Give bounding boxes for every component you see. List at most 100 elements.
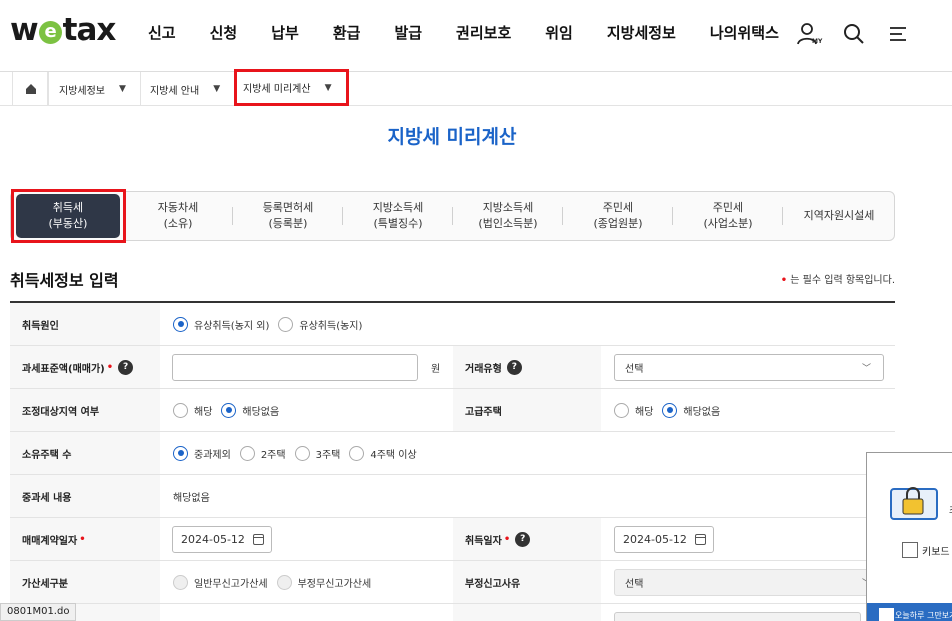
field-label: 부정신고사유 [453,561,601,603]
my-label: MY [812,38,823,45]
nav-item-issue[interactable]: 발급 [394,22,422,43]
field-label: 중과세 내용 [10,475,160,517]
tab-local-income-tax-withholding[interactable]: 지방소득세 (특별징수) [343,192,453,240]
breadcrumb-label: 지방세정보 [59,85,105,97]
help-icon[interactable]: ? [515,531,531,547]
nav-item-delegate[interactable]: 위임 [545,22,573,43]
dismiss-today-bar[interactable]: 오늘하루 그만보기 [867,603,952,621]
browser-status-url: 0801M01.do [0,603,77,621]
nav-item-rights[interactable]: 권리보호 [456,22,511,43]
calendar-icon[interactable] [695,533,706,545]
tax-base-input[interactable] [172,353,418,381]
radio-luxury-no[interactable]: 해당없음 [662,402,720,418]
logo-text-w: w [10,12,39,48]
required-note: • 는 필수 입력 항목입니다. [781,271,895,286]
nav-item-report[interactable]: 신고 [148,22,176,43]
adjust-area-radio-group: 해당 해당없음 [173,389,288,431]
penalty-radio-group: 일반무신고가산세 부정무신고가산세 [173,561,380,603]
form-row-partial [10,604,895,621]
breadcrumb-item-local-tax-guide[interactable]: 지방세 안내 ▼ [140,72,234,106]
deal-type-wrap: 선택 ﹀ [614,346,884,388]
tab-resident-tax-business[interactable]: 주민세 (사업소분) [673,192,783,240]
wetax-logo[interactable]: w e tax [10,12,116,48]
radio-houses-excluded[interactable]: 중과제외 [173,445,231,461]
field-label: 매매계약일자 • [10,518,160,560]
breadcrumb-item-tax-precalc[interactable]: 지방세 미리계산 ▼ [234,69,349,106]
tab-label: 취득세 [52,201,84,215]
contract-date-input[interactable]: 2024-05-12 [172,525,272,553]
field-label: 고급주택 [453,389,601,431]
tab-sublabel: (사업소분) [703,217,753,230]
field-label: 가산세구분 [10,561,160,603]
luxury-radio-group: 해당 해당없음 [614,389,729,431]
calendar-icon[interactable] [253,533,264,545]
tab-sublabel: (부동산) [48,217,88,230]
tab-resident-tax-employee[interactable]: 주민세 (종업원분) [563,192,673,240]
form-row-adjust-area: 조정대상지역 여부 해당 해당없음 고급주택 해당 해당없음 [10,389,895,432]
radio-houses-3[interactable]: 3주택 [294,445,340,461]
hamburger-menu-icon[interactable] [884,20,912,48]
radio-penalty-general[interactable]: 일반무신고가산세 [173,574,268,590]
nav-item-my-wetax[interactable]: 나의위택스 [710,22,779,43]
page-title: 지방세 미리계산 [387,126,517,148]
tab-regional-resource-tax[interactable]: 지역자원시설세 [783,192,895,240]
field-label-cut [453,604,601,621]
help-icon[interactable]: ? [118,359,134,375]
select-cut[interactable] [614,612,861,621]
nav-item-apply[interactable]: 신청 [210,22,238,43]
tab-sublabel: (등록분) [268,217,308,230]
tab-registration-tax[interactable]: 등록면허세 (등록분) [233,192,343,240]
tab-acquisition-tax[interactable]: 취득세 (부동산) [16,194,120,238]
tax-type-tabs: 취득세 (부동산) 자동차세 (소유) 등록면허세 (등록분) 지방소득세 (특별징수)… [10,189,895,243]
penalty-reason-select[interactable]: 선택﹀ [614,568,884,596]
chevron-down-icon: ▼ [213,84,221,94]
tab-label: 주민세 [712,201,744,215]
search-icon[interactable] [840,20,868,48]
field-label: 거래유형? [453,346,601,388]
tab-label: 자동차세 [157,201,199,215]
keyboard-checkbox-label: 키보드 [922,547,950,558]
tab-sublabel: (특별징수) [373,217,423,230]
tab-local-income-tax-corporate[interactable]: 지방소득세 (법인소득분) [453,192,563,240]
radio-adjust-yes[interactable]: 해당 [173,402,212,418]
tab-sublabel: (법인소득분) [478,217,538,230]
field-label: 과세표준액(매매가) •? [10,346,160,388]
dismiss-today-label: 오늘하루 그만보기 [895,611,952,620]
checkbox-icon[interactable] [879,608,894,621]
breadcrumb-item-local-tax-info[interactable]: 지방세정보 ▼ [48,72,140,106]
radio-penalty-fraud[interactable]: 부정무신고가산세 [276,574,371,590]
contract-date-wrap: 2024-05-12 [172,518,272,560]
home-icon[interactable] [12,72,48,106]
nav-item-refund[interactable]: 환급 [333,22,361,43]
user-my-icon[interactable]: MY [796,20,824,48]
radio-adjust-no[interactable]: 해당없음 [221,402,279,418]
radio-houses-4plus[interactable]: 4주택 이상 [349,445,417,461]
radio-luxury-yes[interactable]: 해당 [614,402,653,418]
form-row-heavy: 중과세 내용 해당없음 [10,475,895,518]
tab-vehicle-tax[interactable]: 자동차세 (소유) [123,192,233,240]
tab-label: 주민세 [602,201,634,215]
radio-houses-2[interactable]: 2주택 [239,445,286,461]
radio-paid-nonfarm[interactable]: 유상취득(농지 외) [173,316,269,332]
form-row-dates: 매매계약일자 • 2024-05-12 취득일자 •? 2024-05-12 [10,518,895,561]
breadcrumb-label: 지방세 미리계산 [243,84,311,95]
acquisition-date-input[interactable]: 2024-05-12 [614,525,714,553]
field-label: 조정대상지역 여부 [10,389,160,431]
tax-base-field-wrap: 원 [172,346,440,388]
deal-type-select[interactable]: 선택 ﹀ [614,353,884,381]
nav-item-local-tax-info[interactable]: 지방세정보 [607,22,676,43]
help-icon[interactable]: ? [506,359,522,375]
tab-sublabel: (종업원분) [593,217,643,230]
penalty-reason-wrap: 선택﹀ [614,561,884,603]
form-row-tax-base: 과세표준액(매매가) •? 원 거래유형? 선택 ﹀ [10,346,895,389]
radio-paid-farm[interactable]: 유상취득(농지) [278,316,362,332]
nav-item-pay[interactable]: 납부 [271,22,299,43]
section-title: 취득세정보 입력 [10,271,119,290]
unit-label: 원 [431,363,441,375]
form-row-cause: 취득원인 유상취득(농지 외) 유상취득(농지) [10,303,895,346]
field-label: 취득원인 [10,303,160,345]
required-mark: • [780,275,788,286]
site-header: w e tax 신고 신청 납부 환급 발급 권리보호 위임 지방세정보 나의위택스… [0,0,952,72]
header-icons: MY [796,20,912,48]
keyboard-checkbox[interactable] [902,542,918,558]
